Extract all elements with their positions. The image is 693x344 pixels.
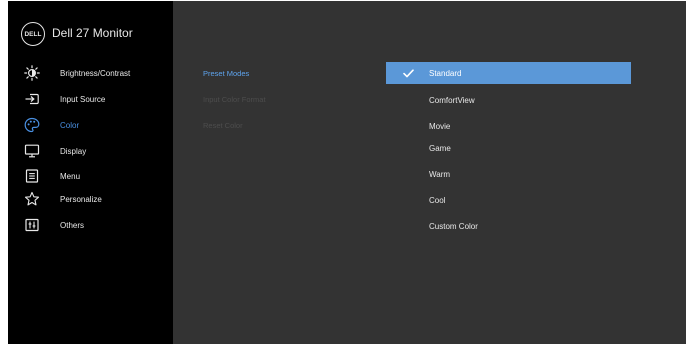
sidebar-item-label: Menu: [60, 171, 81, 181]
preset-option-label: Custom Color: [429, 221, 478, 231]
star-icon: [24, 191, 40, 207]
display-icon: [24, 143, 40, 159]
preset-option-custom-color[interactable]: Custom Color: [386, 215, 631, 237]
sidebar-item-label: Brightness/Contrast: [60, 68, 131, 78]
preset-option-cool[interactable]: Cool: [386, 189, 631, 211]
checkmark-icon: [402, 67, 414, 79]
dell-logo: DELL: [21, 22, 45, 46]
preset-option-game[interactable]: Game: [386, 137, 631, 159]
sidebar-item-label: Others: [60, 220, 85, 230]
sidebar-item-label: Input Source: [60, 94, 106, 104]
sidebar-item-others[interactable]: Others: [8, 212, 173, 238]
preset-option-comfortview[interactable]: ComfortView: [386, 89, 631, 111]
sidebar-item-brightness-contrast[interactable]: Brightness/Contrast: [8, 60, 173, 86]
sidebar-item-label: Personalize: [60, 194, 102, 204]
preset-option-movie[interactable]: Movie: [386, 115, 631, 137]
osd-header: DELL Dell 27 Monitor: [8, 1, 173, 63]
preset-option-warm[interactable]: Warm: [386, 163, 631, 185]
preset-option-label: Cool: [429, 195, 446, 205]
sidebar-item-display[interactable]: Display: [8, 138, 173, 164]
sidebar: DELL Dell 27 Monitor Brightness/Contrast…: [8, 1, 173, 344]
sidebar-item-label: Color: [60, 120, 80, 130]
preset-option-label: Warm: [429, 169, 451, 179]
preset-option-label: Standard: [429, 68, 462, 78]
preset-option-label: Movie: [429, 121, 451, 131]
monitor-osd: DELL Dell 27 Monitor Brightness/Contrast…: [8, 1, 686, 344]
logo-text: DELL: [24, 30, 42, 38]
preset-option-label: Game: [429, 143, 451, 153]
input-source-icon: [24, 91, 40, 107]
brightness-icon: [24, 65, 40, 81]
others-icon: [24, 217, 40, 233]
submenu-item-reset-color[interactable]: Reset Color: [203, 121, 243, 130]
menu-icon: [24, 168, 40, 184]
color-palette-icon: [24, 117, 40, 133]
sidebar-item-label: Display: [60, 146, 87, 156]
main-panel: Preset Modes Input Color Format Reset Co…: [173, 1, 686, 344]
monitor-title: Dell 27 Monitor: [52, 26, 133, 40]
sidebar-item-input-source[interactable]: Input Source: [8, 86, 173, 112]
submenu-item-preset-modes[interactable]: Preset Modes: [203, 69, 249, 78]
submenu-item-input-color-format[interactable]: Input Color Format: [203, 95, 266, 104]
sidebar-item-personalize[interactable]: Personalize: [8, 186, 173, 212]
preset-option-label: ComfortView: [429, 95, 475, 105]
preset-option-standard[interactable]: Standard: [386, 62, 631, 84]
sidebar-item-color[interactable]: Color: [8, 112, 173, 138]
